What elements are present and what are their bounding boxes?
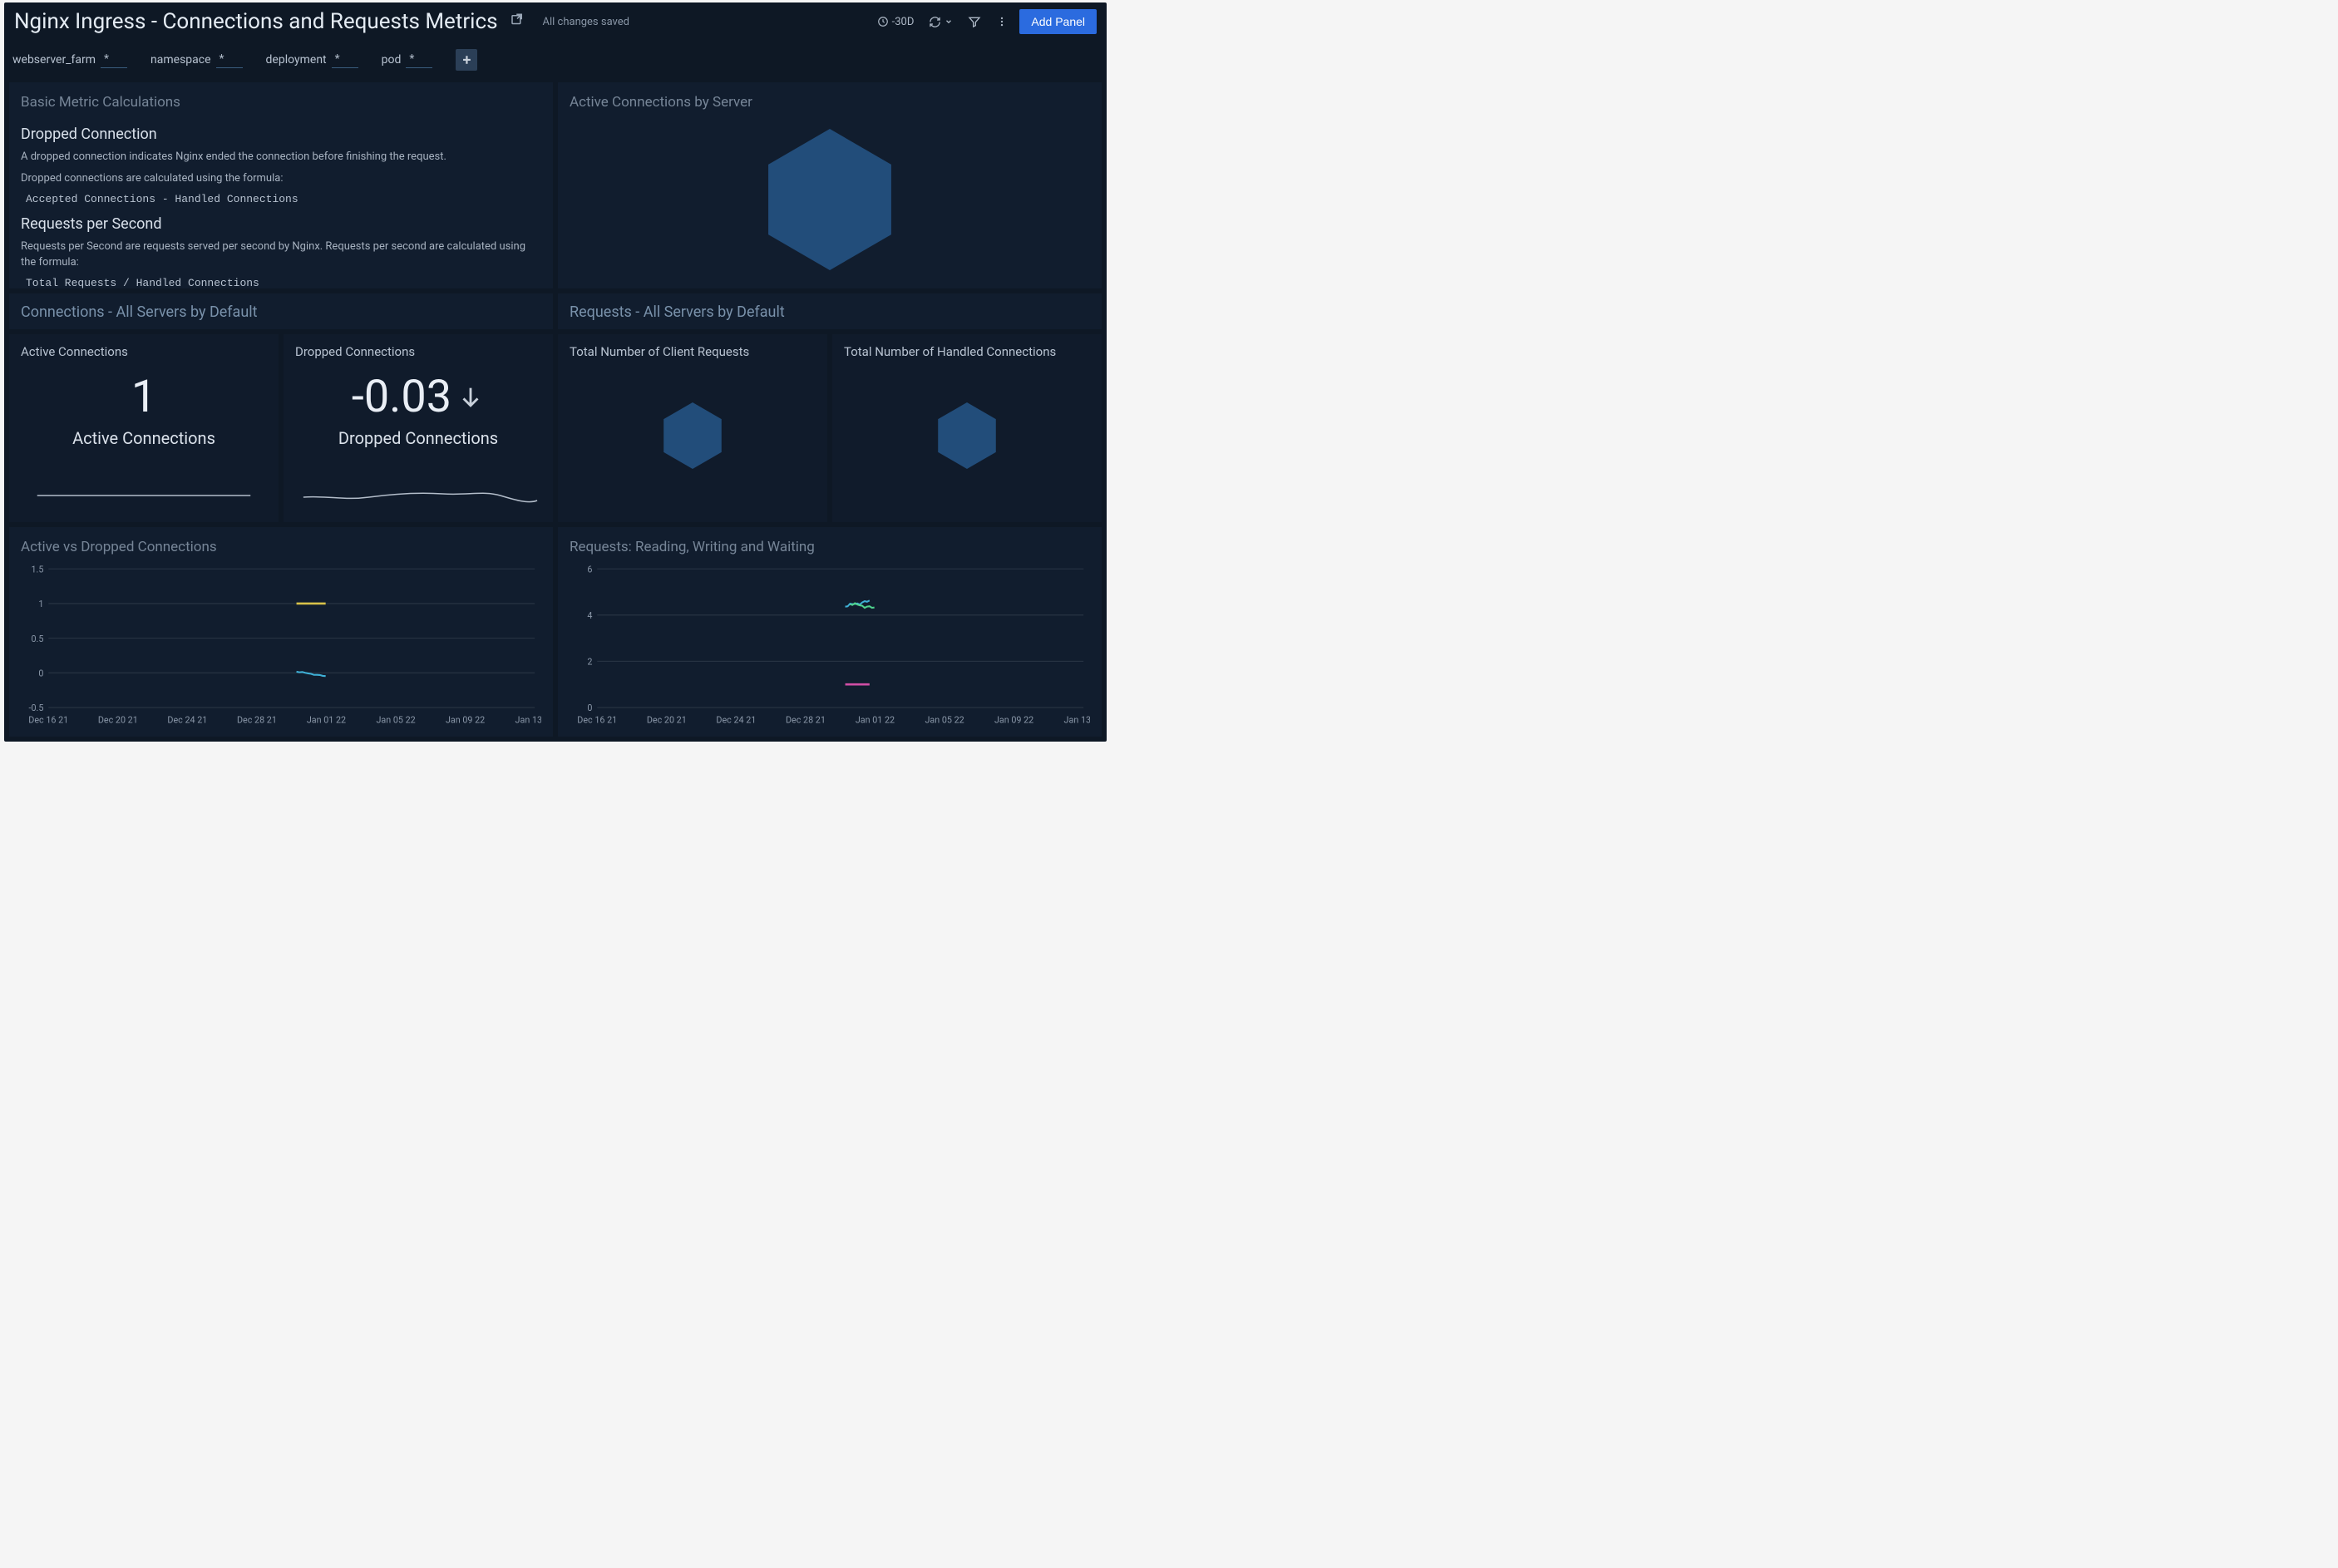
svg-text:Jan 13 22: Jan 13 22 — [1064, 714, 1090, 725]
section-title: Requests - All Servers by Default — [570, 303, 1090, 321]
chart-active-vs-dropped: -0.5 0 0.5 1 1.5 Dec 16 21 Dec 20 21 Dec 24 21 D… — [21, 564, 541, 728]
add-filter-button[interactable]: + — [456, 49, 477, 71]
hexagon-placeholder-icon — [844, 359, 1090, 512]
svg-text:Dec 20 21: Dec 20 21 — [647, 714, 687, 725]
sparkline — [295, 479, 541, 512]
panel-active-connections-by-server: Active Connections by Server — [558, 82, 1102, 288]
svg-text:0: 0 — [38, 668, 43, 678]
filter-deployment[interactable]: deployment * — [266, 52, 358, 68]
svg-text:Dec 24 21: Dec 24 21 — [716, 714, 756, 725]
text: Dropped connections are calculated using… — [21, 171, 541, 186]
section-requests: Requests - All Servers by Default — [558, 293, 1102, 329]
svg-text:0: 0 — [587, 703, 592, 713]
panel-title: Total Number of Handled Connections — [844, 344, 1090, 359]
panel-title: Active Connections — [21, 344, 267, 359]
svg-text:1.5: 1.5 — [31, 564, 43, 574]
svg-text:1: 1 — [38, 599, 43, 609]
time-range-picker[interactable]: -30D — [874, 16, 915, 28]
panel-title: Requests: Reading, Writing and Waiting — [570, 539, 1090, 555]
panel-active-connections: Active Connections 1 Active Connections — [9, 334, 279, 522]
panel-dropped-connections: Dropped Connections -0.03 Dropped Connec… — [284, 334, 553, 522]
text: A dropped connection indicates Nginx end… — [21, 150, 541, 165]
svg-text:Jan 09 22: Jan 09 22 — [994, 714, 1033, 725]
panel-title: Active Connections by Server — [570, 94, 1090, 111]
svg-text:4: 4 — [587, 610, 592, 621]
filter-pod[interactable]: pod * — [382, 52, 433, 68]
svg-text:Jan 05 22: Jan 05 22 — [925, 714, 964, 725]
time-range-value: -30D — [892, 16, 915, 28]
panel-total-handled-connections: Total Number of Handled Connections — [832, 334, 1102, 522]
svg-text:-0.5: -0.5 — [28, 703, 43, 713]
top-bar: Nginx Ingress - Connections and Requests… — [4, 2, 1107, 42]
panel-basic-metric-calculations: Basic Metric Calculations Dropped Connec… — [9, 82, 553, 288]
svg-text:Jan 09 22: Jan 09 22 — [446, 714, 485, 725]
heading-rps: Requests per Second — [21, 215, 541, 233]
kebab-menu-icon[interactable] — [993, 15, 1008, 28]
svg-text:Dec 20 21: Dec 20 21 — [98, 714, 138, 725]
svg-text:0.5: 0.5 — [31, 633, 43, 643]
svg-text:2: 2 — [587, 656, 592, 667]
svg-text:Jan 01 22: Jan 01 22 — [856, 714, 895, 725]
stat-value: -0.03 — [295, 371, 541, 423]
svg-text:Jan 01 22: Jan 01 22 — [307, 714, 346, 725]
filter-icon[interactable] — [964, 15, 981, 28]
panel-total-client-requests: Total Number of Client Requests — [558, 334, 827, 522]
svg-text:Dec 16 21: Dec 16 21 — [577, 714, 617, 725]
panel-title: Active vs Dropped Connections — [21, 539, 541, 555]
section-title: Connections - All Servers by Default — [21, 303, 541, 321]
chart-requests-rww: 0 2 4 6 Dec 16 21 Dec 20 21 Dec 24 21 Dec 28 21… — [570, 564, 1090, 728]
svg-text:Dec 24 21: Dec 24 21 — [167, 714, 207, 725]
panel-title: Basic Metric Calculations — [21, 94, 541, 111]
panel-active-vs-dropped: Active vs Dropped Connections -0.5 0 0.5 1 1… — [9, 527, 553, 737]
svg-text:Dec 28 21: Dec 28 21 — [786, 714, 826, 725]
hexagon-placeholder-icon — [570, 119, 1090, 280]
formula: Total Requests / Handled Connections — [21, 277, 541, 288]
stat-value: 1 — [21, 371, 267, 423]
add-panel-button[interactable]: Add Panel — [1019, 9, 1097, 34]
arrow-down-icon — [456, 383, 485, 412]
panel-title: Dropped Connections — [295, 344, 541, 359]
panel-requests-rww: Requests: Reading, Writing and Waiting 0… — [558, 527, 1102, 737]
filter-namespace[interactable]: namespace * — [150, 52, 243, 68]
svg-text:Dec 28 21: Dec 28 21 — [237, 714, 277, 725]
sparkline — [21, 479, 267, 512]
stat-label: Dropped Connections — [295, 428, 541, 448]
save-status: All changes saved — [543, 16, 630, 28]
formula: Accepted Connections - Handled Connectio… — [21, 193, 541, 205]
svg-text:6: 6 — [587, 564, 592, 574]
section-connections: Connections - All Servers by Default — [9, 293, 553, 329]
svg-text:Jan 05 22: Jan 05 22 — [376, 714, 415, 725]
page-title: Nginx Ingress - Connections and Requests… — [14, 9, 498, 34]
refresh-icon[interactable] — [925, 16, 953, 28]
svg-text:Jan 13 22: Jan 13 22 — [515, 714, 541, 725]
share-icon[interactable] — [510, 12, 525, 31]
filter-bar: webserver_farm * namespace * deployment … — [4, 42, 1107, 82]
panel-title: Total Number of Client Requests — [570, 344, 816, 359]
heading-dropped-connection: Dropped Connection — [21, 126, 541, 143]
filter-webserver-farm[interactable]: webserver_farm * — [12, 52, 127, 68]
svg-text:Dec 16 21: Dec 16 21 — [28, 714, 68, 725]
stat-label: Active Connections — [21, 428, 267, 448]
hexagon-placeholder-icon — [570, 359, 816, 512]
text: Requests per Second are requests served … — [21, 239, 541, 269]
